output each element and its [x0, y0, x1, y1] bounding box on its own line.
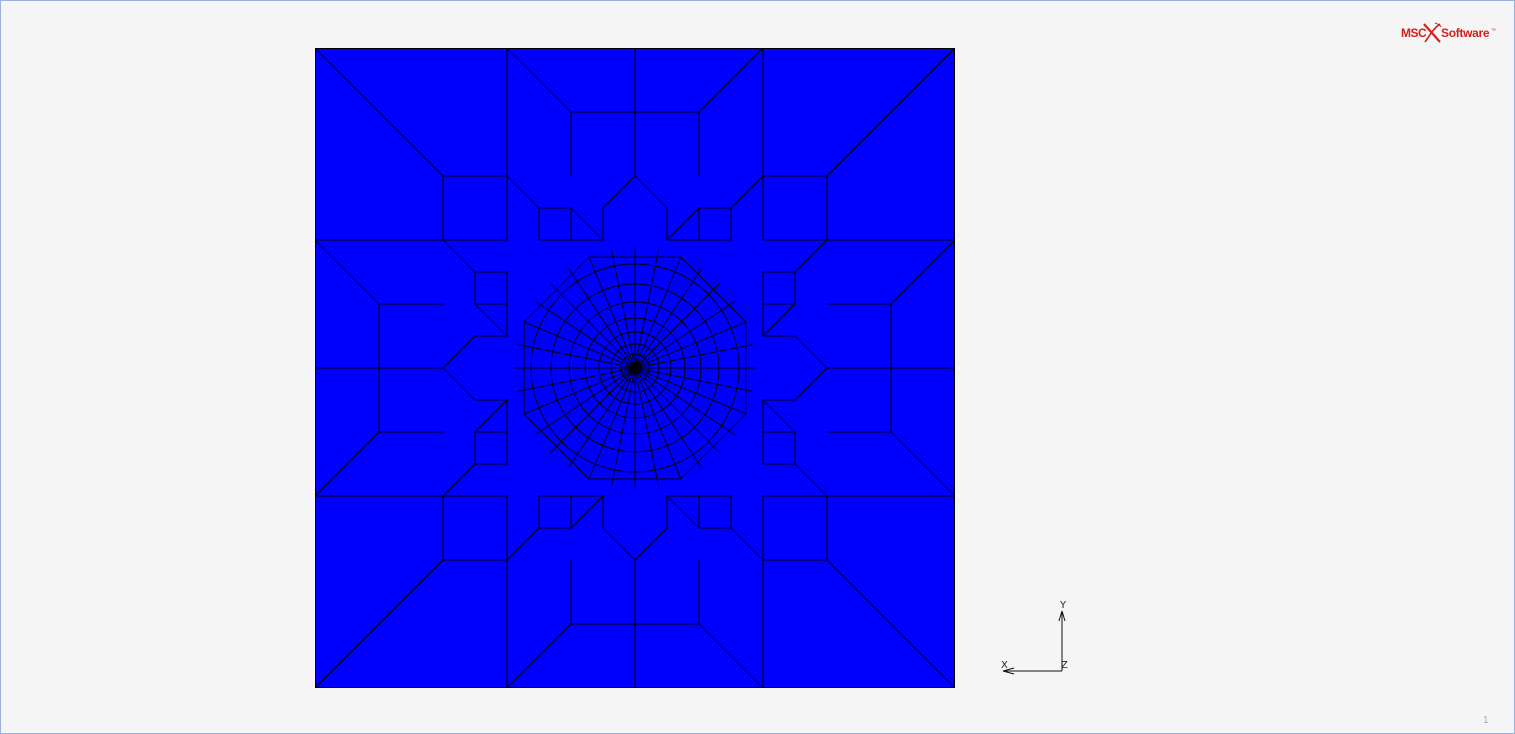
logo-x-icon — [1423, 22, 1442, 43]
logo-trademark: ™ — [1491, 28, 1496, 34]
triad-y-label: Y — [1060, 600, 1067, 611]
coordinate-triad: Y X Z — [997, 599, 1077, 679]
graphics-viewport[interactable]: MSC Software ™ Y X Z 1 — [0, 0, 1515, 734]
mesh-center-node — [630, 363, 640, 373]
mesh-element-edges — [315, 48, 955, 688]
fe-mesh-model[interactable] — [315, 48, 955, 688]
logo-software-text: Software — [1441, 26, 1490, 40]
frame-number: 1 — [1483, 715, 1489, 726]
triad-z-label: Z — [1061, 660, 1068, 671]
triad-x-label: X — [1001, 660, 1008, 671]
msc-software-logo: MSC Software ™ — [1399, 21, 1499, 47]
